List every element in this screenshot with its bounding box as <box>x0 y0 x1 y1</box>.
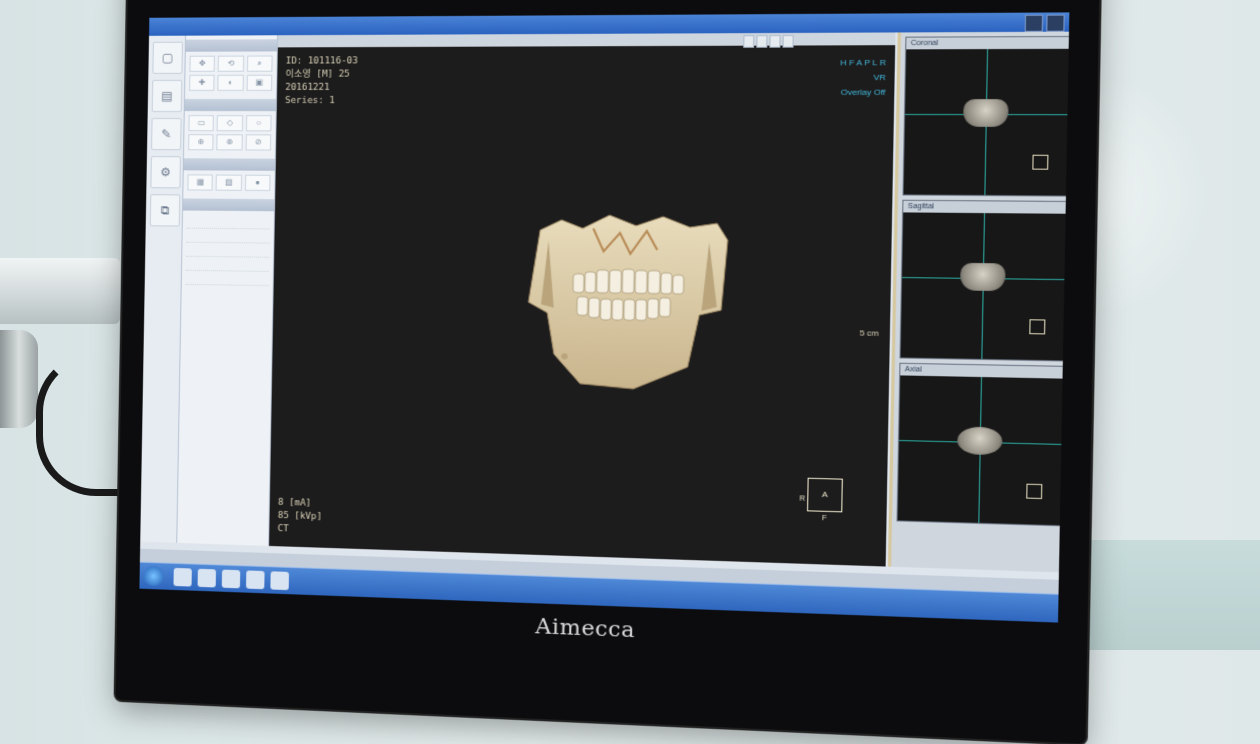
orientation-letters[interactable]: H F A P L R <box>840 56 886 71</box>
tool-button[interactable]: ⚙ <box>150 156 181 188</box>
option-item[interactable] <box>186 243 269 258</box>
monitor-brand-logo: Aimecca <box>535 614 635 643</box>
orientation-cube-left: R <box>799 495 805 503</box>
minimize-icon[interactable] <box>1025 15 1043 32</box>
tool-icon[interactable]: ⊕ <box>188 134 214 150</box>
tool-grid: ▭ ◇ ○ ⊕ ⊗ ⊘ <box>184 111 276 155</box>
viewport-tab[interactable] <box>783 35 794 48</box>
tool-icon[interactable]: ▣ <box>246 75 272 91</box>
patient-id: ID: 101116-03 <box>286 55 358 68</box>
axial-slice-image <box>957 427 1003 456</box>
panel-section-header <box>183 198 274 211</box>
sagittal-view[interactable]: Sagittal <box>899 200 1067 362</box>
tool-button[interactable]: ▢ <box>152 42 183 74</box>
viewport-tab[interactable] <box>743 35 754 48</box>
tool-button[interactable]: ▤ <box>152 80 183 112</box>
screen: ▢ ▤ ✎ ⚙ ⧉ ✥ ⟲ ⌕ ✚ ◐ ▣ ▭ ◇ ○ ⊕ ⊗ ⊘ ▦ ▧ ● … <box>139 12 1069 622</box>
tool-icon[interactable]: ▦ <box>187 174 213 190</box>
study-date: 20161221 <box>285 82 357 95</box>
scale-label: 5 cm <box>859 328 878 338</box>
panel-section-header <box>185 99 276 111</box>
option-item[interactable] <box>187 215 270 230</box>
tool-icon[interactable]: ⊘ <box>245 134 271 150</box>
sagittal-slice-image <box>960 263 1006 291</box>
option-item[interactable] <box>186 257 269 272</box>
close-icon[interactable] <box>1046 15 1065 32</box>
view-marker-icon <box>1026 484 1042 499</box>
taskbar-app-icon[interactable] <box>246 570 265 589</box>
view-marker-icon <box>1029 319 1045 334</box>
series-label: Series: 1 <box>285 95 357 108</box>
sagittal-view-title: Sagittal <box>903 201 1066 214</box>
tool-grid: ▦ ▧ ● <box>183 170 274 195</box>
window-corner-icons <box>1025 15 1065 32</box>
tube-current: 8 [mA] <box>278 497 323 512</box>
jaw-3d-render <box>516 209 744 399</box>
viewport-tabs <box>743 35 794 48</box>
tool-panel: ✥ ⟲ ⌕ ✚ ◐ ▣ ▭ ◇ ○ ⊕ ⊗ ⊘ ▦ ▧ ● <box>177 35 278 546</box>
tool-icon[interactable]: ✥ <box>189 56 215 72</box>
tool-icon[interactable]: ◇ <box>217 115 243 131</box>
tool-icon[interactable]: ○ <box>246 115 272 131</box>
render-mode[interactable]: VR <box>840 71 886 86</box>
taskbar-app-icon[interactable] <box>198 569 216 588</box>
modality: CT <box>277 523 322 538</box>
option-item[interactable] <box>186 271 269 286</box>
orientation-cube[interactable]: A <box>807 478 843 513</box>
tool-icon[interactable]: ⟲ <box>218 56 244 72</box>
tool-icon[interactable]: ◐ <box>218 75 244 91</box>
overlay-toggle[interactable]: Overlay Off <box>839 85 885 100</box>
orientation-cube-bottom: F <box>822 515 827 523</box>
start-button[interactable] <box>143 566 163 587</box>
monitor-arm <box>0 258 120 324</box>
panel-section-header <box>184 158 275 171</box>
axial-view[interactable]: Axial <box>896 363 1063 527</box>
tool-icon[interactable]: ● <box>245 175 271 191</box>
taskbar-app-icon[interactable] <box>222 570 241 589</box>
3d-viewport[interactable]: ID: 101116-03 이소영 [M] 25 20161221 Series… <box>269 32 895 566</box>
monitor: ▢ ▤ ✎ ⚙ ⧉ ✥ ⟲ ⌕ ✚ ◐ ▣ ▭ ◇ ○ ⊕ ⊗ ⊘ ▦ ▧ ● … <box>116 0 1101 744</box>
taskbar-app-icon[interactable] <box>270 571 289 590</box>
monitor-cable <box>36 352 133 496</box>
taskbar-app-icon[interactable] <box>173 568 191 587</box>
viewport-header <box>278 32 896 47</box>
orientation-panel: H F A P L R VR Overlay Off <box>839 56 886 100</box>
tool-icon[interactable]: ▧ <box>216 175 242 191</box>
viewport-tab[interactable] <box>756 35 767 48</box>
tool-button[interactable]: ✎ <box>151 118 182 150</box>
coronal-slice-image <box>963 99 1009 127</box>
tool-icon[interactable]: ⌕ <box>247 56 273 72</box>
coronal-view[interactable]: Coronal <box>902 36 1069 197</box>
view-marker-icon <box>1032 155 1048 170</box>
viewport-tab[interactable] <box>769 35 780 48</box>
tool-icon[interactable]: ✚ <box>189 75 215 91</box>
tool-icon[interactable]: ⊗ <box>217 134 243 150</box>
slice-views: Coronal Sagittal Axial <box>888 32 1069 573</box>
panel-section-header <box>186 39 277 51</box>
tool-icon[interactable]: ▭ <box>188 115 214 131</box>
patient-name-line: 이소영 [M] 25 <box>285 68 357 81</box>
tool-button[interactable]: ⧉ <box>150 194 181 226</box>
monitor-arm-joint <box>0 330 38 428</box>
option-list <box>182 211 274 291</box>
coronal-view-title: Coronal <box>906 37 1069 49</box>
tool-grid: ✥ ⟲ ⌕ ✚ ◐ ▣ <box>185 51 277 95</box>
option-item[interactable] <box>186 229 269 244</box>
scan-params: 8 [mA] 85 [kVp] CT <box>277 497 322 538</box>
patient-info: ID: 101116-03 이소영 [M] 25 20161221 Series… <box>285 55 358 108</box>
